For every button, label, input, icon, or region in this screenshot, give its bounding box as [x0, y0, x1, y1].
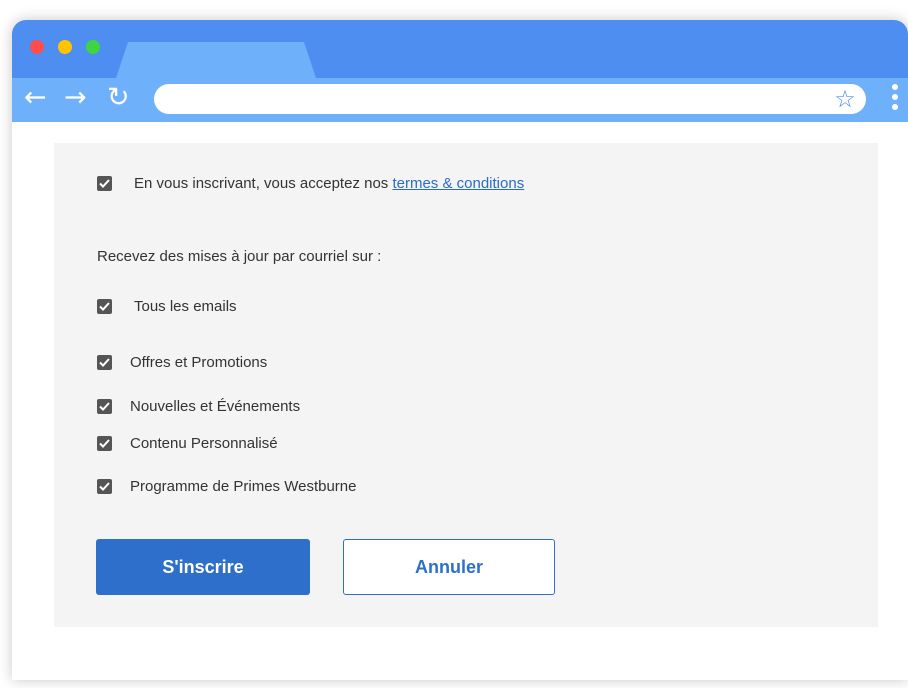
news-label: Nouvelles et Événements — [130, 398, 301, 415]
browser-toolbar: ← → ↻ ☆ — [12, 78, 908, 122]
checkmark-icon — [99, 402, 110, 411]
rewards-checkbox[interactable] — [97, 479, 112, 494]
terms-label: En vous inscrivant, vous acceptez nos — [134, 175, 393, 192]
terms-link[interactable]: termes & conditions — [392, 175, 524, 192]
offers-checkbox[interactable] — [97, 355, 112, 370]
terms-row: En vous inscrivant, vous acceptez nos te… — [97, 175, 524, 192]
updates-heading: Recevez des mises à jour par courriel su… — [97, 248, 382, 265]
content-checkbox[interactable] — [97, 436, 112, 451]
minimize-window-icon[interactable] — [58, 40, 72, 54]
checkmark-icon — [99, 439, 110, 448]
option-row-rewards: Programme de Primes Westburne — [97, 478, 356, 495]
rewards-label: Programme de Primes Westburne — [130, 478, 357, 495]
checkmark-icon — [99, 302, 110, 311]
reload-icon[interactable]: ↻ — [107, 82, 130, 114]
terms-checkbox[interactable] — [97, 176, 112, 191]
offers-label: Offres et Promotions — [130, 354, 268, 371]
close-window-icon[interactable] — [30, 40, 44, 54]
option-row-content: Contenu Personnalisé — [97, 435, 278, 452]
browser-title-bar — [12, 20, 908, 78]
browser-window: ← → ↻ ☆ En vous inscrivant, vous accepte… — [12, 20, 908, 680]
signup-panel: En vous inscrivant, vous acceptez nos te… — [54, 143, 878, 627]
checkmark-icon — [99, 358, 110, 367]
back-arrow-icon[interactable]: ← — [24, 82, 47, 114]
maximize-window-icon[interactable] — [86, 40, 100, 54]
signup-button[interactable]: S'inscrire — [96, 539, 310, 595]
checkmark-icon — [99, 482, 110, 491]
all-emails-row: Tous les emails — [97, 298, 237, 315]
kebab-menu-icon[interactable] — [890, 84, 900, 116]
news-checkbox[interactable] — [97, 399, 112, 414]
url-input[interactable] — [154, 84, 866, 114]
forward-arrow-icon[interactable]: → — [64, 82, 87, 114]
cancel-button[interactable]: Annuler — [343, 539, 555, 595]
content-label: Contenu Personnalisé — [130, 435, 278, 452]
checkmark-icon — [99, 179, 110, 188]
all-emails-checkbox[interactable] — [97, 299, 112, 314]
browser-tab[interactable] — [116, 42, 316, 78]
all-emails-label: Tous les emails — [134, 298, 237, 315]
option-row-news: Nouvelles et Événements — [97, 398, 300, 415]
terms-text: En vous inscrivant, vous acceptez nos te… — [134, 175, 524, 192]
option-row-offers: Offres et Promotions — [97, 354, 267, 371]
